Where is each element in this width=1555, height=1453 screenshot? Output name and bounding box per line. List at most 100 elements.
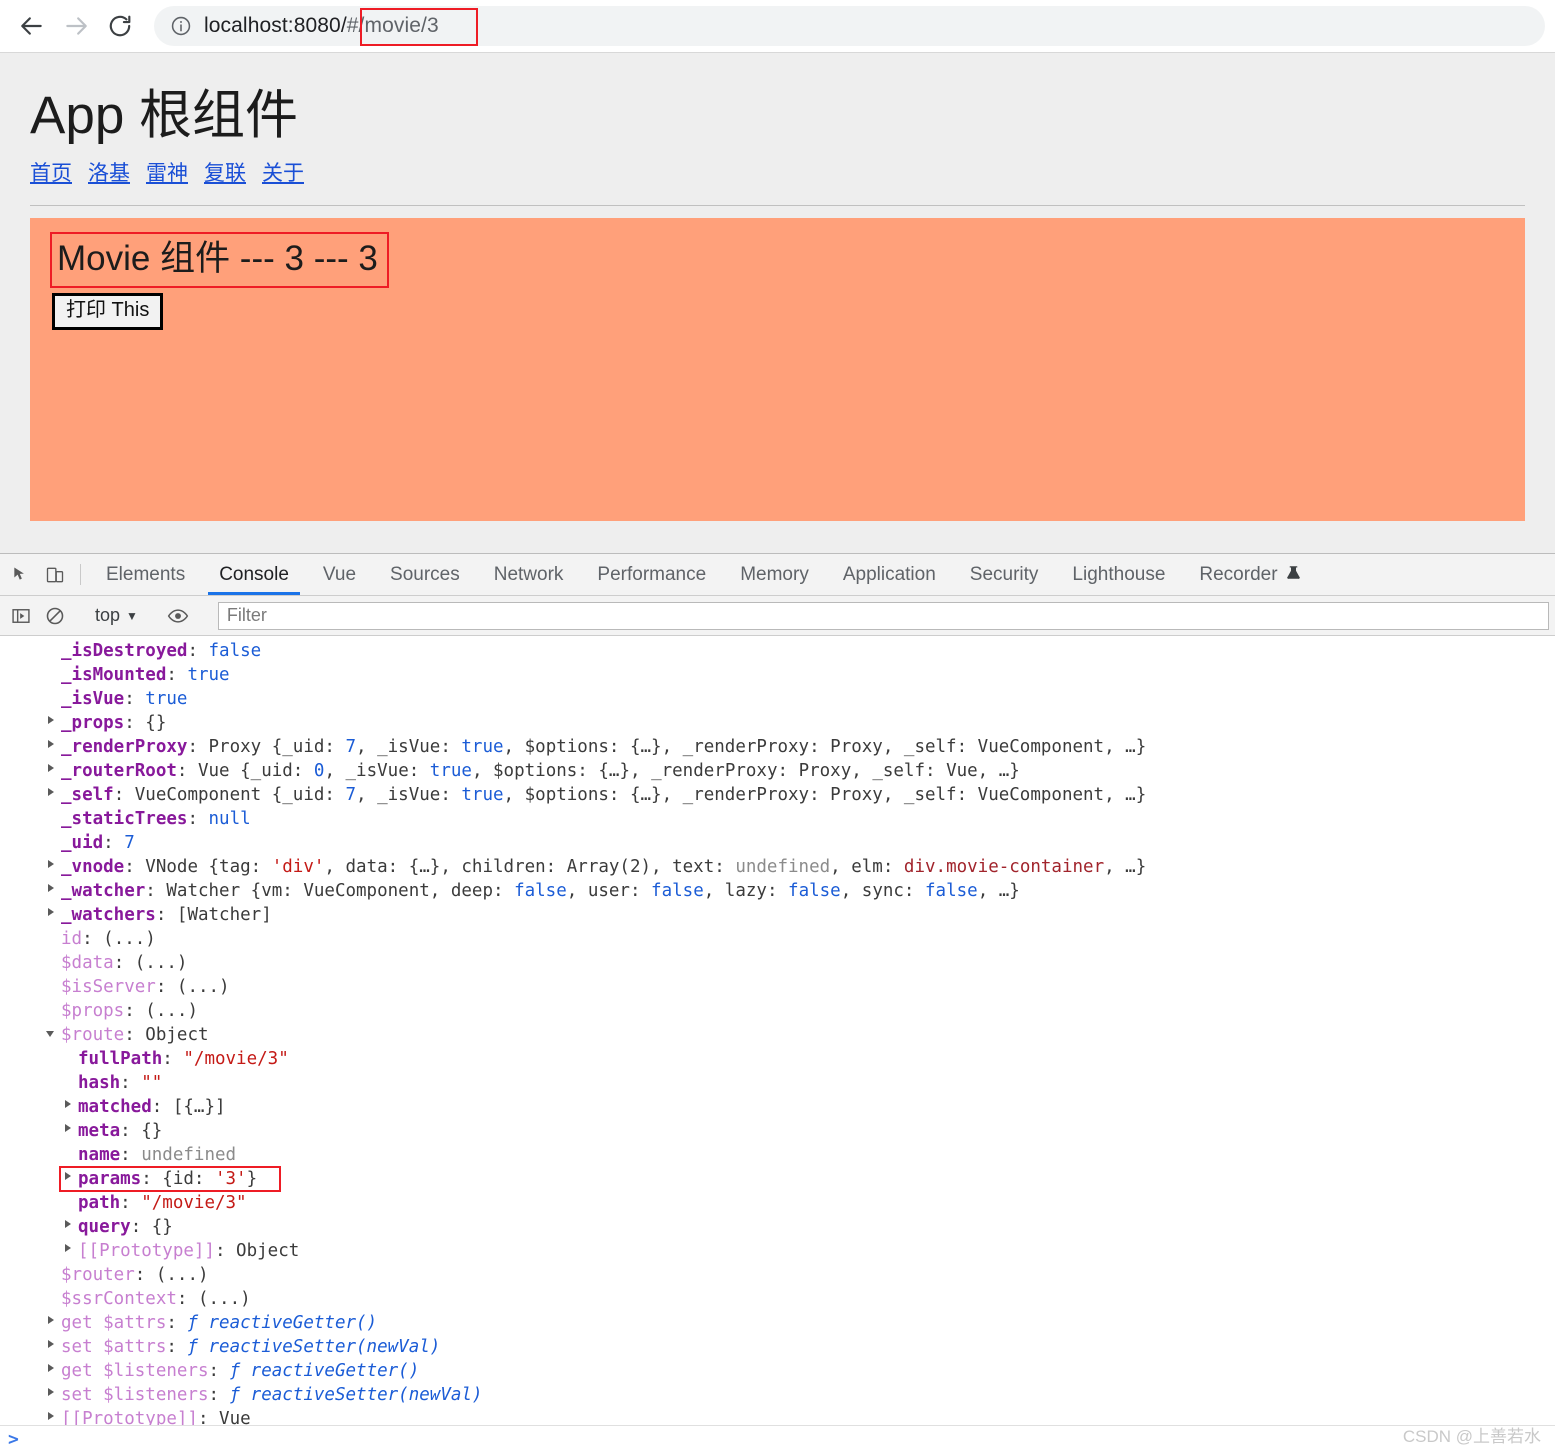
console-row[interactable]: get $listeners: ƒ reactiveGetter()	[0, 1359, 1555, 1383]
chevron-right-icon[interactable]	[65, 1172, 71, 1180]
chevron-right-icon[interactable]	[48, 716, 54, 724]
console-row-text: $router: (...)	[61, 1265, 209, 1285]
nav-link-loki[interactable]: 洛基	[88, 157, 130, 187]
address-bar[interactable]: localhost:8080/#/movie/3	[154, 6, 1545, 46]
chevron-right-icon[interactable]	[65, 1124, 71, 1132]
console-sidebar-icon[interactable]	[4, 606, 38, 626]
console-row[interactable]: $props: (...)	[0, 999, 1555, 1023]
console-row[interactable]: matched: [{…}]	[0, 1095, 1555, 1119]
console-row[interactable]: meta: {}	[0, 1119, 1555, 1143]
console-row[interactable]: fullPath: "/movie/3"	[0, 1047, 1555, 1071]
console-row[interactable]: $isServer: (...)	[0, 975, 1555, 999]
console-row-text: _watchers: [Watcher]	[61, 905, 272, 925]
live-expression-icon[interactable]	[161, 605, 195, 627]
chevron-right-icon[interactable]	[48, 884, 54, 892]
devtools-tabbar: Elements Console Vue Sources Network Per…	[0, 554, 1555, 596]
device-toolbar-icon[interactable]	[38, 554, 72, 595]
console-row[interactable]: id: (...)	[0, 927, 1555, 951]
console-row-text: set $listeners: ƒ reactiveSetter(newVal)	[61, 1385, 483, 1405]
back-arrow-icon[interactable]	[10, 4, 54, 48]
tab-application[interactable]: Application	[826, 554, 953, 595]
tab-memory[interactable]: Memory	[723, 554, 826, 595]
inspect-element-icon[interactable]	[4, 554, 38, 595]
console-row[interactable]: _isMounted: true	[0, 663, 1555, 687]
console-row-text: $props: (...)	[61, 1001, 198, 1021]
console-row[interactable]: path: "/movie/3"	[0, 1191, 1555, 1215]
console-row[interactable]: _isVue: true	[0, 687, 1555, 711]
chevron-right-icon[interactable]	[48, 860, 54, 868]
chevron-right-icon[interactable]	[48, 908, 54, 916]
movie-container: Movie 组件 --- 3 --- 3 打印 This	[30, 218, 1525, 522]
console-output[interactable]: _isDestroyed: false _isMounted: true _isVu…	[0, 636, 1555, 1425]
console-row-text: _isVue: true	[61, 689, 188, 709]
print-this-button[interactable]: 打印 This	[52, 292, 164, 330]
tab-elements[interactable]: Elements	[89, 554, 202, 595]
console-row-text: _renderProxy: Proxy {_uid: 7, _isVue: tr…	[61, 737, 1147, 757]
tab-network[interactable]: Network	[477, 554, 581, 595]
tab-recorder[interactable]: Recorder	[1182, 554, 1317, 595]
console-row[interactable]: params: {id: '3'}	[0, 1167, 1555, 1191]
chevron-right-icon[interactable]	[48, 788, 54, 796]
console-row[interactable]: [[Prototype]]: Object	[0, 1239, 1555, 1263]
chevron-right-icon[interactable]	[48, 1388, 54, 1396]
console-row[interactable]: $route: Object	[0, 1023, 1555, 1047]
console-row[interactable]: $ssrContext: (...)	[0, 1287, 1555, 1311]
console-row[interactable]: _routerRoot: Vue {_uid: 0, _isVue: true,…	[0, 759, 1555, 783]
console-row[interactable]: set $listeners: ƒ reactiveSetter(newVal)	[0, 1383, 1555, 1407]
nav-link-thor[interactable]: 雷神	[146, 157, 188, 187]
console-context-selector[interactable]: top ▼	[89, 605, 144, 626]
console-row[interactable]: _watcher: Watcher {vm: VueComponent, dee…	[0, 879, 1555, 903]
chevron-down-icon[interactable]	[46, 1031, 54, 1041]
console-row[interactable]: $router: (...)	[0, 1263, 1555, 1287]
console-prompt[interactable]: >	[0, 1425, 1555, 1453]
console-row[interactable]: _self: VueComponent {_uid: 7, _isVue: tr…	[0, 783, 1555, 807]
console-row[interactable]: name: undefined	[0, 1143, 1555, 1167]
nav-link-home[interactable]: 首页	[30, 157, 72, 187]
site-information-icon[interactable]	[170, 15, 192, 37]
console-row[interactable]: set $attrs: ƒ reactiveSetter(newVal)	[0, 1335, 1555, 1359]
console-row-text: get $listeners: ƒ reactiveGetter()	[61, 1361, 420, 1381]
console-row-text: path: "/movie/3"	[78, 1193, 247, 1213]
chevron-right-icon[interactable]	[65, 1100, 71, 1108]
tab-vue[interactable]: Vue	[306, 554, 373, 595]
console-row-text: matched: [{…}]	[78, 1097, 226, 1117]
tab-security[interactable]: Security	[953, 554, 1056, 595]
console-row[interactable]: _watchers: [Watcher]	[0, 903, 1555, 927]
clear-console-icon[interactable]	[38, 606, 72, 626]
console-row[interactable]: _props: {}	[0, 711, 1555, 735]
console-row[interactable]: [[Prototype]]: Vue	[0, 1407, 1555, 1425]
console-row[interactable]: get $attrs: ƒ reactiveGetter()	[0, 1311, 1555, 1335]
console-row[interactable]: $data: (...)	[0, 951, 1555, 975]
tab-performance[interactable]: Performance	[580, 554, 723, 595]
toolbar-divider	[80, 564, 81, 585]
chevron-right-icon[interactable]	[48, 740, 54, 748]
nav-link-avengers[interactable]: 复联	[204, 157, 246, 187]
console-row[interactable]: _vnode: VNode {tag: 'div', data: {…}, ch…	[0, 855, 1555, 879]
tab-lighthouse[interactable]: Lighthouse	[1055, 554, 1182, 595]
chevron-right-icon[interactable]	[65, 1220, 71, 1228]
console-row[interactable]: hash: ""	[0, 1071, 1555, 1095]
console-row[interactable]: _isDestroyed: false	[0, 639, 1555, 663]
console-row[interactable]: query: {}	[0, 1215, 1555, 1239]
tab-console[interactable]: Console	[202, 554, 306, 595]
console-row-text: _uid: 7	[61, 833, 135, 853]
app-root: App 根组件 首页 洛基 雷神 复联 关于 Movie 组件 --- 3 --…	[8, 86, 1547, 553]
chevron-right-icon[interactable]	[48, 1316, 54, 1324]
forward-arrow-icon[interactable]	[54, 4, 98, 48]
console-row-text: [[Prototype]]: Vue	[61, 1409, 251, 1425]
console-row-text: name: undefined	[78, 1145, 237, 1165]
chevron-right-icon[interactable]	[48, 1340, 54, 1348]
nav-link-about[interactable]: 关于	[262, 157, 304, 187]
chevron-right-icon[interactable]	[48, 764, 54, 772]
console-row[interactable]: _renderProxy: Proxy {_uid: 7, _isVue: tr…	[0, 735, 1555, 759]
tab-sources[interactable]: Sources	[373, 554, 477, 595]
watermark: CSDN @上善若水	[1402, 1427, 1541, 1446]
reload-icon[interactable]	[98, 4, 142, 48]
console-row[interactable]: _uid: 7	[0, 831, 1555, 855]
console-row[interactable]: _staticTrees: null	[0, 807, 1555, 831]
chevron-right-icon[interactable]	[48, 1364, 54, 1372]
console-filter-input[interactable]	[217, 601, 1549, 630]
chevron-right-icon[interactable]	[48, 1412, 54, 1420]
devtools-panel: Elements Console Vue Sources Network Per…	[0, 553, 1555, 1453]
chevron-right-icon[interactable]	[65, 1244, 71, 1252]
